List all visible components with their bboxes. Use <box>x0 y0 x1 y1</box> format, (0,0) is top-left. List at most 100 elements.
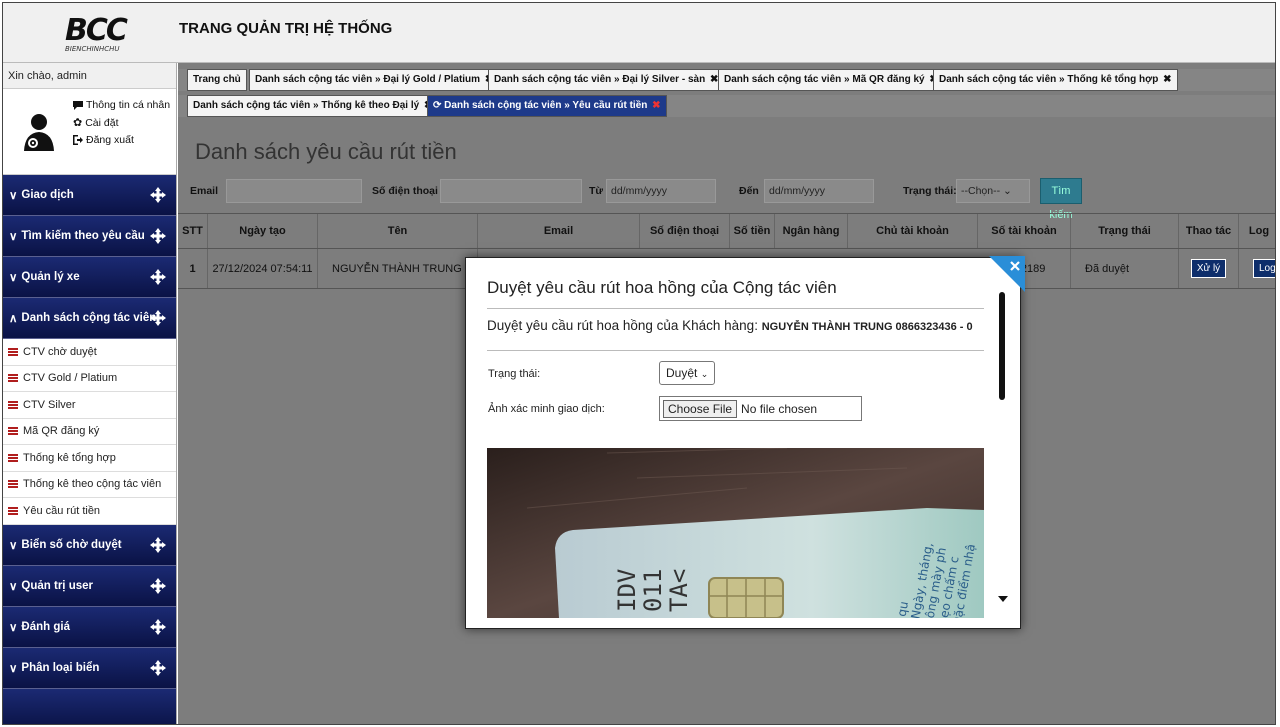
chevron-up-icon: ∧ <box>9 313 18 325</box>
to-date-input[interactable]: dd/mm/yyyy <box>764 179 874 203</box>
sidebar-item-label: Thống kê tổng hợp <box>23 451 116 464</box>
refresh-icon: ⟳ <box>433 100 442 111</box>
tab-bar-row2: Danh sách cộng tác viên » Thống kê theo … <box>178 95 1275 117</box>
sidebar-item-thong-ke-tong-hop[interactable]: Thống kê tổng hợp <box>3 445 176 472</box>
nav-section-giao-dich[interactable]: ∨ Giao dịch <box>3 175 176 216</box>
cell-name: NGUYỄN THÀNH TRUNG <box>318 249 478 288</box>
sidebar-item-label: Yêu cầu rút tiền <box>23 504 101 517</box>
tab-thong-ke-dai-ly[interactable]: Danh sách cộng tác viên » Thống kê theo … <box>187 95 439 117</box>
tab-dai-ly-gold[interactable]: Danh sách cộng tác viên » Đại lý Gold / … <box>249 69 500 91</box>
expand-icon <box>150 187 166 203</box>
logout-link[interactable]: Đăng xuất <box>73 134 134 146</box>
nav-section-bien-so[interactable]: ∨ Biển số chờ duyệt <box>3 524 176 566</box>
tab-dai-ly-silver[interactable]: Danh sách cộng tác viên » Đại lý Silver … <box>488 69 725 91</box>
customer-info: NGUYỄN THÀNH TRUNG 0866323436 - 0 <box>761 321 973 333</box>
scroll-down-arrow-icon[interactable] <box>998 596 1008 602</box>
sidebar-item-yeu-cau-rut-tien[interactable]: Yêu cầu rút tiền <box>3 498 176 525</box>
sidebar-item-ctv-silver[interactable]: CTV Silver <box>3 392 176 419</box>
tab-thong-ke-tong-hop[interactable]: Danh sách cộng tác viên » Thống kê tổng … <box>933 69 1178 91</box>
tab-label: Danh sách cộng tác viên » Đại lý Silver … <box>494 74 706 85</box>
from-label: Từ <box>589 185 604 197</box>
photo-text: TA< <box>665 569 693 612</box>
cell-log: Logs <box>1239 249 1275 288</box>
email-label: Email <box>190 185 219 197</box>
sidebar-item-ma-qr[interactable]: Mã QR đăng ký <box>3 419 176 445</box>
proof-photo: IDV 011 TA< Đặc điểm nhậ sẹo chấm c lông… <box>487 448 984 618</box>
scrollbar-thumb[interactable] <box>999 292 1005 400</box>
list-icon <box>8 453 18 462</box>
table-header: STT Ngày tạo Tên Email Số điện thoại Số … <box>178 213 1275 249</box>
chevron-down-icon: ∨ <box>9 190 18 202</box>
email-input[interactable] <box>226 179 362 203</box>
nav-section-phan-loai-bien[interactable]: ∨ Phân loại biển <box>3 647 176 689</box>
status-value: Duyệt <box>666 366 698 380</box>
sidebar-item-ctv-cho-duyet[interactable]: CTV chờ duyệt <box>3 339 176 366</box>
nav-section-label: Biển số chờ duyệt <box>21 538 122 551</box>
col-header: Thao tác <box>1179 214 1239 248</box>
choose-file-button[interactable]: Choose File <box>663 399 738 418</box>
sidebar-item-label: Thống kê theo cộng tác viên <box>23 478 162 490</box>
chevron-down-icon: ∨ <box>9 621 18 634</box>
col-header: Trạng thái <box>1071 214 1179 248</box>
chevron-down-icon: ∨ <box>9 662 18 675</box>
file-input[interactable]: Choose File No file chosen <box>659 396 862 421</box>
col-header: Chủ tài khoản <box>848 214 978 248</box>
proof-label: Ảnh xác minh giao dịch: <box>488 403 605 415</box>
expand-icon <box>150 228 166 244</box>
sidebar-item-label: CTV Silver <box>23 398 76 411</box>
sidebar-item-ctv-gold[interactable]: CTV Gold / Platium <box>3 366 176 392</box>
tab-yeu-cau-rut-tien[interactable]: ⟳ Danh sách cộng tác viên » Yêu cầu rút … <box>427 95 667 117</box>
col-header: Log <box>1248 225 1270 237</box>
status-filter-value: --Chọn-- <box>961 185 1001 197</box>
nav-section-label: Quản trị user <box>21 579 93 592</box>
logout-icon <box>73 135 83 145</box>
tab-ma-qr[interactable]: Danh sách cộng tác viên » Mã QR đăng ký … <box>718 69 944 91</box>
expand-icon <box>150 536 166 553</box>
logo-mark: BCC <box>65 13 128 48</box>
status-filter-select[interactable]: --Chọn-- ⌄ <box>956 179 1030 203</box>
col-header: Số tài khoản <box>978 214 1071 248</box>
sidebar-item-thong-ke-ctv[interactable]: Thống kê theo cộng tác viên <box>3 472 176 498</box>
comment-icon <box>73 100 83 110</box>
close-icon[interactable]: ✖ <box>652 100 660 111</box>
nav-section-label: Danh sách cộng tác viên <box>21 312 157 324</box>
nav-section-more[interactable] <box>3 688 176 724</box>
logs-button[interactable]: Logs <box>1253 259 1275 278</box>
nav-section-danh-gia[interactable]: ∨ Đánh giá <box>3 606 176 648</box>
close-icon[interactable] <box>989 256 1025 292</box>
divider <box>487 350 984 351</box>
gear-icon: ✿ <box>73 117 83 129</box>
settings-link[interactable]: ✿ Cài đặt <box>73 116 119 130</box>
tab-label: Danh sách cộng tác viên » Yêu cầu rút ti… <box>444 100 648 111</box>
from-date-input[interactable]: dd/mm/yyyy <box>606 179 716 203</box>
filter-bar: Email Số điện thoại Từ dd/mm/yyyy Đến dd… <box>178 176 1275 221</box>
expand-icon <box>150 577 166 594</box>
tab-trang-chu[interactable]: Trang chủ <box>187 69 247 91</box>
search-button[interactable]: Tìm kiếm <box>1040 178 1082 221</box>
list-icon <box>8 480 18 489</box>
nav-section-quan-tri-user[interactable]: ∨ Quản trị user <box>3 565 176 607</box>
close-icon[interactable]: ✖ <box>1163 74 1171 85</box>
approve-withdraw-modal: Duyệt yêu cầu rút hoa hồng của Cộng tác … <box>465 256 1025 629</box>
profile-link[interactable]: Thông tin cá nhân <box>73 99 170 111</box>
expand-icon <box>150 659 166 676</box>
nav-section-cong-tac-vien[interactable]: ∧ Danh sách cộng tác viên <box>3 298 176 339</box>
cell-action: Xử lý <box>1179 249 1239 288</box>
tab-label: Danh sách cộng tác viên » Thống kê theo … <box>193 100 420 111</box>
nav-section-tim-kiem[interactable]: ∨ Tìm kiếm theo yêu cầu <box>3 216 176 257</box>
process-button[interactable]: Xử lý <box>1190 259 1227 278</box>
chevron-down-icon: ∨ <box>9 272 18 284</box>
chevron-down-icon: ⌄ <box>1003 185 1012 197</box>
photo-text: qu <box>895 600 911 617</box>
status-select[interactable]: Duyệt ⌄ <box>659 361 715 385</box>
page-title: Danh sách yêu cầu rút tiền <box>195 139 457 164</box>
list-icon <box>8 374 18 383</box>
nav-section-quan-ly-xe[interactable]: ∨ Quản lý xe <box>3 257 176 298</box>
nav-section-label: Phân loại biển <box>21 661 100 674</box>
tab-label: Danh sách cộng tác viên » Mã QR đăng ký <box>724 74 925 85</box>
phone-input[interactable] <box>440 179 582 203</box>
header: BCC BIENCHINHCHU TRANG QUẢN TRỊ HỆ THỐNG <box>3 3 1275 63</box>
status-label: Trạng thái: <box>488 368 541 380</box>
list-icon <box>8 506 18 515</box>
expand-icon <box>150 618 166 635</box>
